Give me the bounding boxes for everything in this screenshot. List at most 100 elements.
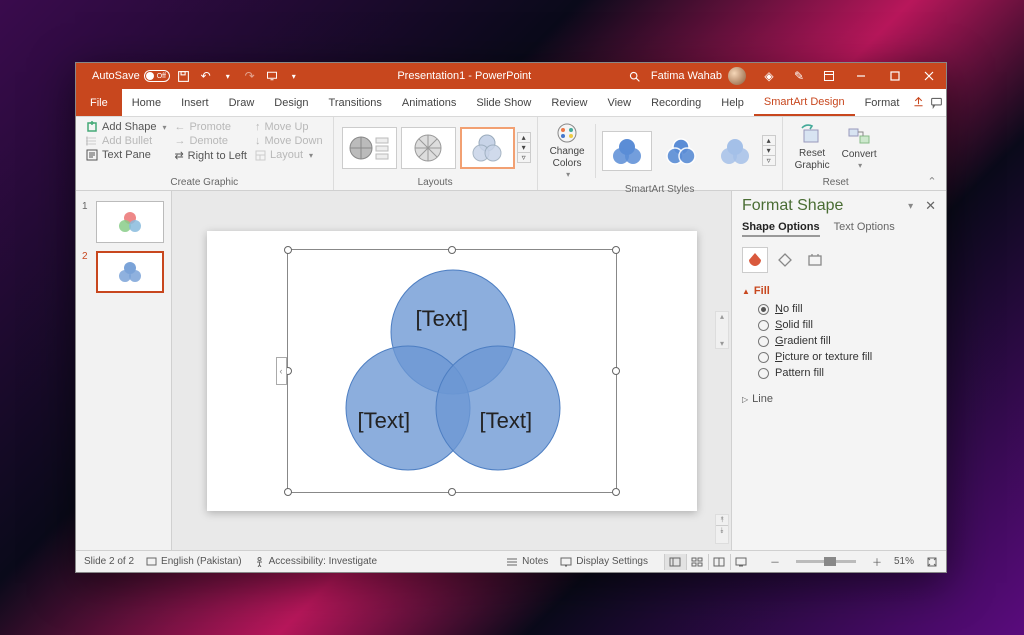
section-line-header[interactable]: ▷Line <box>742 389 936 409</box>
display-settings-button[interactable]: Display Settings <box>560 556 648 567</box>
effects-icon[interactable] <box>772 247 798 273</box>
radio-gradient-fill[interactable]: Gradient fill <box>742 333 936 349</box>
gallery-up-icon[interactable]: ▴ <box>763 136 775 146</box>
size-properties-icon[interactable] <box>802 247 828 273</box>
thumbnail-slide-2[interactable]: 2 <box>76 247 171 297</box>
slide-sorter-view-icon[interactable] <box>686 554 708 570</box>
layout-option-2[interactable] <box>401 127 456 169</box>
radio-no-fill[interactable]: No fill <box>742 301 936 317</box>
radio-pattern-fill[interactable]: Pattern fill <box>742 365 936 381</box>
change-colors-button[interactable]: Change Colors <box>544 120 591 182</box>
layout-option-3-selected[interactable] <box>460 127 515 169</box>
collapse-ribbon-icon[interactable]: ⌃ <box>924 174 940 188</box>
style-option-3[interactable] <box>710 131 760 171</box>
tab-format[interactable]: Format <box>855 89 910 116</box>
layouts-gallery-controls[interactable]: ▴▾▿ <box>517 132 531 163</box>
redo-icon[interactable]: ↷ <box>242 68 258 84</box>
user-account[interactable]: Fatima Wahab <box>643 67 754 85</box>
group-label-reset: Reset <box>789 175 883 190</box>
save-icon[interactable] <box>176 68 192 84</box>
tab-file[interactable]: File <box>76 89 122 116</box>
tab-text-options[interactable]: Text Options <box>834 221 895 237</box>
maximize-button[interactable] <box>878 63 912 89</box>
normal-view-icon[interactable] <box>664 554 686 570</box>
avatar <box>728 67 746 85</box>
tab-animations[interactable]: Animations <box>392 89 466 116</box>
style-option-1[interactable] <box>602 131 652 171</box>
tab-review[interactable]: Review <box>541 89 597 116</box>
text-pane-tab[interactable]: ‹ <box>276 357 287 385</box>
layout-button: Layout <box>251 148 327 162</box>
tab-recording[interactable]: Recording <box>641 89 711 116</box>
slide-thumbnails-pane[interactable]: 1 2 <box>76 191 172 550</box>
demote-button: → Demote <box>170 134 251 148</box>
tab-design[interactable]: Design <box>264 89 318 116</box>
tab-shape-options[interactable]: Shape Options <box>742 221 820 237</box>
styles-gallery-controls[interactable]: ▴▾▿ <box>762 135 776 166</box>
thumbnail-slide-1[interactable]: 1 <box>76 197 171 247</box>
slide-nav-scroll[interactable]: ⯭⯯ <box>715 514 729 544</box>
gallery-more-icon[interactable]: ▿ <box>763 156 775 165</box>
venn-text-right[interactable]: [Text] <box>480 408 533 434</box>
convert-button[interactable]: Convert <box>836 123 883 173</box>
reset-graphic-button[interactable]: Reset Graphic <box>789 122 836 174</box>
venn-text-left[interactable]: [Text] <box>358 408 411 434</box>
panel-title: Format Shape <box>742 197 908 215</box>
gallery-down-icon[interactable]: ▾ <box>763 146 775 156</box>
panel-dropdown-icon[interactable]: ▾ <box>908 201 913 212</box>
vertical-scrollbar[interactable]: ▴▾ <box>715 311 729 349</box>
autosave-toggle[interactable]: AutoSave Off <box>92 70 170 82</box>
title-bar: AutoSave Off ↶ ▾ ↷ ▾ Presentation1 - Pow… <box>76 63 946 89</box>
section-fill-header[interactable]: ▲Fill <box>742 281 936 301</box>
tab-view[interactable]: View <box>597 89 641 116</box>
share-icon[interactable] <box>909 89 927 116</box>
tab-slide-show[interactable]: Slide Show <box>466 89 541 116</box>
minimize-button[interactable] <box>844 63 878 89</box>
radio-solid-fill[interactable]: Solid fill <box>742 317 936 333</box>
search-icon[interactable] <box>627 68 643 84</box>
pen-icon[interactable]: ✎ <box>784 68 814 84</box>
right-to-left-button[interactable]: ⇄ Right to Left <box>170 148 251 163</box>
zoom-level[interactable]: 51% <box>894 556 914 567</box>
start-from-beginning-icon[interactable] <box>264 68 280 84</box>
zoom-slider[interactable] <box>796 560 856 563</box>
radio-picture-fill[interactable]: Picture or texture fill <box>742 349 936 365</box>
gallery-up-icon[interactable]: ▴ <box>518 133 530 143</box>
tab-smartart-design[interactable]: SmartArt Design <box>754 89 855 116</box>
style-option-2[interactable] <box>656 131 706 171</box>
zoom-in-button[interactable]: ＋ <box>872 554 882 569</box>
tab-help[interactable]: Help <box>711 89 754 116</box>
language-indicator[interactable]: English (Pakistan) <box>146 556 242 567</box>
venn-diagram[interactable] <box>288 250 618 494</box>
accessibility-indicator[interactable]: Accessibility: Investigate <box>254 556 377 567</box>
slide-canvas-area[interactable]: ‹ [Text] [Text] [Text] ▴▾ ⯭⯯ <box>172 191 731 550</box>
notes-button[interactable]: Notes <box>506 556 548 567</box>
diamond-icon[interactable]: ◈ <box>754 68 784 84</box>
text-pane-button[interactable]: Text Pane <box>82 148 170 162</box>
tab-transitions[interactable]: Transitions <box>319 89 392 116</box>
fit-to-window-icon[interactable] <box>926 556 938 568</box>
window-mode-icon[interactable] <box>814 68 844 84</box>
reading-view-icon[interactable] <box>708 554 730 570</box>
layout-option-1[interactable] <box>342 127 397 169</box>
tab-insert[interactable]: Insert <box>171 89 219 116</box>
fill-and-line-icon[interactable] <box>742 247 768 273</box>
undo-dropdown[interactable]: ▾ <box>220 68 236 84</box>
close-button[interactable] <box>912 63 946 89</box>
comments-icon[interactable] <box>928 89 946 116</box>
add-shape-button[interactable]: Add Shape <box>82 120 170 134</box>
slideshow-view-icon[interactable] <box>730 554 752 570</box>
panel-close-icon[interactable]: ✕ <box>925 198 936 214</box>
qat-customize-icon[interactable]: ▾ <box>286 68 302 84</box>
slide-canvas[interactable]: ‹ [Text] [Text] [Text] <box>207 231 697 511</box>
gallery-down-icon[interactable]: ▾ <box>518 143 530 153</box>
zoom-out-button[interactable]: － <box>770 554 780 569</box>
undo-icon[interactable]: ↶ <box>198 68 214 84</box>
ribbon-group-create-graphic: Add Shape Add Bullet Text Pane ← Promote… <box>76 117 334 190</box>
tab-home[interactable]: Home <box>122 89 171 116</box>
gallery-more-icon[interactable]: ▿ <box>518 153 530 162</box>
slide-indicator[interactable]: Slide 2 of 2 <box>84 556 134 567</box>
smartart-selection[interactable]: ‹ [Text] [Text] [Text] <box>287 249 617 493</box>
tab-draw[interactable]: Draw <box>219 89 265 116</box>
venn-text-top[interactable]: [Text] <box>416 306 469 332</box>
